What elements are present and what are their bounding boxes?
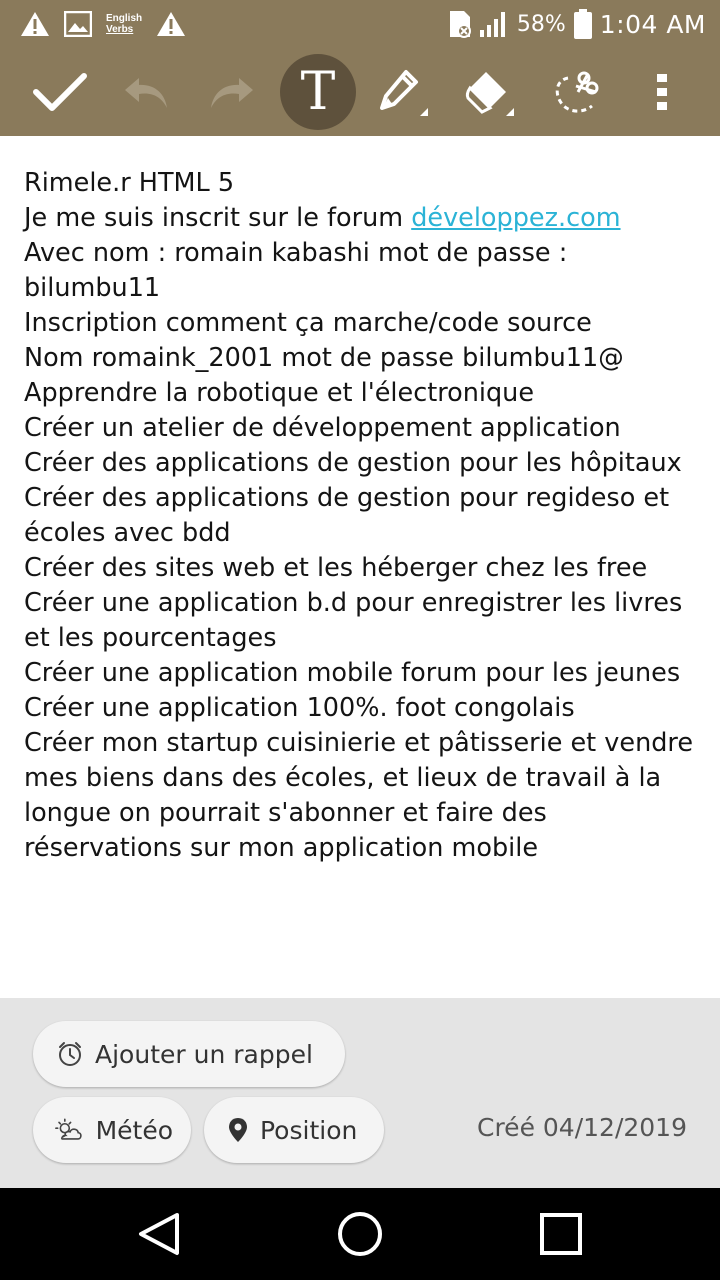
note-details-panel: Ajouter un rappel Météo Position Créé 04…	[0, 998, 720, 1188]
pen-icon	[380, 70, 428, 116]
lasso-icon	[555, 71, 599, 113]
weather-button[interactable]: Météo	[33, 1097, 191, 1163]
signal-icon	[479, 12, 505, 37]
warning-icon	[157, 12, 186, 36]
note-line: Créer une application 100%. foot congola…	[24, 693, 575, 723]
redo-button[interactable]	[194, 54, 270, 130]
more-icon	[657, 74, 667, 110]
eraser-icon	[465, 72, 514, 116]
alarm-clock-icon	[59, 1042, 81, 1066]
recents-icon[interactable]	[539, 1212, 583, 1256]
system-status: 58% 1:04 AM	[449, 9, 706, 39]
note-line: Créer des sites web et les héberger chez…	[24, 553, 648, 583]
created-date: Créé 04/12/2019	[477, 1113, 687, 1142]
weather-label: Météo	[95, 1115, 173, 1145]
developpez-link[interactable]: développez.com	[411, 203, 620, 233]
note-line: Créer des applications de gestion pour l…	[24, 448, 682, 478]
position-label: Position	[260, 1115, 358, 1145]
home-icon[interactable]	[336, 1210, 384, 1258]
position-button[interactable]: Position	[204, 1097, 384, 1163]
english-verbs-icon: English Verbs	[106, 13, 143, 35]
redo-icon	[211, 78, 253, 108]
undo-button[interactable]	[108, 54, 184, 130]
text-icon: T	[300, 62, 336, 122]
status-bar: English Verbs 58% 1:04 AM	[0, 0, 720, 48]
undo-icon	[125, 78, 167, 108]
note-line: Apprendre la robotique et l'électronique	[24, 378, 535, 408]
check-icon	[33, 73, 87, 111]
add-reminder-label: Ajouter un rappel	[95, 1039, 313, 1069]
note-line: Inscription comment ça marche/code sourc…	[24, 308, 592, 338]
notification-icons: English Verbs	[20, 11, 186, 37]
weather-icon	[55, 1118, 82, 1140]
navigation-bar	[0, 1188, 720, 1280]
note-line: Je me suis inscrit sur le forum développ…	[24, 203, 621, 233]
note-line: Rimele.r HTML 5	[24, 168, 235, 198]
lasso-select-button[interactable]	[538, 54, 614, 130]
pen-button[interactable]	[366, 54, 442, 130]
note-line: Créer un atelier de développement applic…	[24, 413, 621, 443]
more-options-button[interactable]	[624, 54, 700, 130]
battery-percent: 58%	[516, 11, 566, 37]
text-mode-button[interactable]: T	[280, 54, 356, 130]
eraser-button[interactable]	[452, 54, 528, 130]
image-icon	[64, 11, 92, 37]
location-pin-icon	[229, 1118, 247, 1142]
save-button[interactable]	[22, 54, 98, 130]
note-line: Avec nom : romain kabashi mot de passe :…	[24, 238, 576, 303]
back-icon[interactable]	[137, 1211, 181, 1257]
warning-icon	[21, 12, 49, 36]
sim-card-icon	[449, 11, 471, 38]
note-line: Créer une application mobile forum pour …	[24, 658, 681, 688]
note-line: Nom romaink_2001 mot de passe bilumbu11@	[24, 343, 624, 373]
editor-toolbar: T	[0, 48, 720, 136]
add-reminder-button[interactable]: Ajouter un rappel	[33, 1021, 345, 1087]
note-body[interactable]: Rimele.r HTML 5 Je me suis inscrit sur le…	[24, 166, 704, 986]
note-line: Créer mon startup cuisinierie et pâtisse…	[24, 728, 702, 863]
clock: 1:04 AM	[599, 9, 706, 39]
battery-icon	[573, 9, 592, 39]
note-line: Créer une application b.d pour enregistr…	[24, 588, 691, 653]
note-line: Créer des applications de gestion pour r…	[24, 483, 678, 548]
